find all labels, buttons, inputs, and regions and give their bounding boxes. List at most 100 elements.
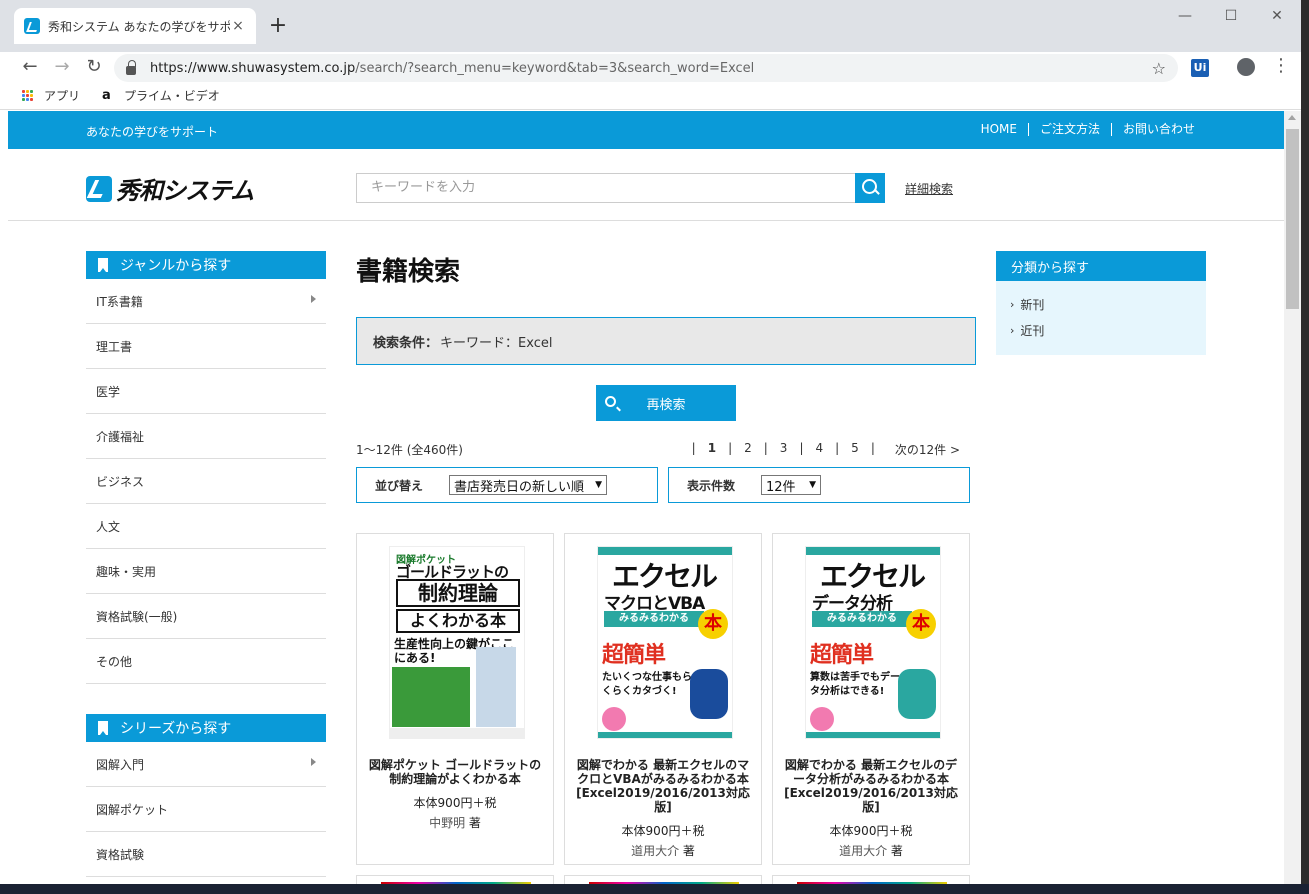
genre-item-hobby[interactable]: 趣味・実用 bbox=[86, 549, 326, 594]
tab-bar: 秀和システム あなたの学びをサポート × + — ☐ ✕ bbox=[0, 0, 1301, 52]
book-card[interactable] bbox=[356, 875, 554, 884]
genre-item-label: 資格試験(一般) bbox=[96, 609, 178, 624]
book-title[interactable]: 図解でわかる 最新エクセルのデータ分析がみるみるわかる本 [Excel2019/… bbox=[779, 758, 963, 814]
bookmark-prime-video[interactable]: a プライム・ビデオ bbox=[102, 87, 220, 104]
search-button[interactable] bbox=[855, 173, 885, 203]
genre-item-label: 医学 bbox=[96, 384, 121, 399]
category-item-label: 新刊 bbox=[1020, 297, 1045, 312]
cover-illustration bbox=[476, 647, 516, 727]
reload-icon[interactable]: ↻ bbox=[82, 55, 106, 79]
pager-page-3[interactable]: 3 bbox=[780, 441, 788, 458]
sort-select[interactable]: 書店発売日の新しい順 ▼ bbox=[449, 475, 608, 495]
genre-item-label: 介護福祉 bbox=[96, 429, 145, 444]
per-page-control: 表示件数 12件 ▼ bbox=[668, 467, 970, 503]
book-card[interactable]: エクセル データ分析 みるみるわかる 本 超簡単 算数は苦手でもデータ分析はでき… bbox=[772, 533, 970, 865]
amazon-icon: a bbox=[102, 88, 111, 103]
genre-list: IT系書籍 理工書 医学 介護福祉 ビジネス 人文 趣味・実用 資格試験(一般)… bbox=[86, 279, 326, 684]
back-arrow-icon[interactable]: ← bbox=[18, 55, 42, 79]
close-window-icon[interactable]: ✕ bbox=[1254, 4, 1300, 28]
book-title[interactable]: 図解ポケット ゴールドラットの制約理論がよくわかる本 bbox=[363, 758, 547, 786]
book-cover-image[interactable]: エクセル マクロとVBA みるみるわかる 本 超簡単 たいくつな仕事もらくらくカ… bbox=[597, 546, 733, 739]
pagination: | 1 | 2 | 3 | 4 | 5 | 次の12件 > bbox=[680, 441, 960, 458]
genre-item-care[interactable]: 介護福祉 bbox=[86, 414, 326, 459]
address-bar[interactable]: https://www.shuwasystem.co.jp/search/?se… bbox=[114, 54, 1178, 82]
site-header: 秀和システム キーワードを入力 詳細検索 bbox=[8, 149, 1284, 221]
bookmarks-bar: アプリ a プライム・ビデオ bbox=[0, 82, 1301, 110]
order-method-link[interactable]: ご注文方法 bbox=[1027, 123, 1111, 136]
dropdown-arrow-icon: ▼ bbox=[595, 480, 603, 490]
genre-item-humanities[interactable]: 人文 bbox=[86, 504, 326, 549]
genre-item-label: 理工書 bbox=[96, 339, 133, 354]
browser-tab[interactable]: 秀和システム あなたの学びをサポート × bbox=[14, 8, 256, 44]
book-card[interactable] bbox=[772, 875, 970, 884]
category-item-new[interactable]: › 新刊 bbox=[1010, 291, 1206, 317]
scroll-up-arrow-icon[interactable] bbox=[1288, 115, 1296, 120]
advanced-search-link[interactable]: 詳細検索 bbox=[905, 180, 953, 197]
research-button[interactable]: 再検索 bbox=[596, 385, 736, 421]
genre-item-qualification[interactable]: 資格試験(一般) bbox=[86, 594, 326, 639]
book-card[interactable]: 図解ポケット ゴールドラットの 制約理論 よくわかる本 生産性向上の鍵がここにあ… bbox=[356, 533, 554, 865]
new-tab-button[interactable]: + bbox=[266, 13, 290, 38]
home-link[interactable]: HOME bbox=[970, 123, 1028, 136]
genre-heading: ジャンルから探す bbox=[86, 251, 326, 279]
cover-text: みるみるわかる bbox=[812, 611, 912, 627]
cover-text: たいくつな仕事もらくらくカタづく! bbox=[602, 672, 692, 697]
author-name: 道用大介 bbox=[839, 844, 888, 858]
right-sidebar: 分類から探す › 新刊 › 近刊 bbox=[996, 251, 1206, 355]
genre-item-it[interactable]: IT系書籍 bbox=[86, 279, 326, 324]
page-title: 書籍検索 bbox=[356, 257, 461, 287]
genre-item-label: その他 bbox=[96, 654, 133, 669]
browser-window: 秀和システム あなたの学びをサポート × + — ☐ ✕ ← → ↻ https… bbox=[0, 0, 1301, 884]
book-price: 本体900円＋税 bbox=[829, 824, 913, 838]
pager-page-2[interactable]: 2 bbox=[744, 441, 752, 458]
book-author: 道用大介 著 bbox=[773, 842, 969, 859]
bookmark-apps[interactable]: アプリ bbox=[22, 87, 80, 104]
research-button-label: 再検索 bbox=[646, 397, 686, 413]
bookmark-star-icon[interactable]: ☆ bbox=[1152, 59, 1166, 78]
category-heading: 分類から探す bbox=[996, 251, 1206, 281]
condition-label: 検索条件： bbox=[373, 335, 439, 351]
pager-page-5[interactable]: 5 bbox=[851, 441, 859, 458]
apps-grid-icon bbox=[22, 89, 34, 102]
genre-item-medical[interactable]: 医学 bbox=[86, 369, 326, 414]
forward-arrow-icon[interactable]: → bbox=[50, 55, 74, 79]
pager-page-4[interactable]: 4 bbox=[815, 441, 823, 458]
tab-close-icon[interactable]: × bbox=[230, 18, 246, 34]
page-scrollbar[interactable] bbox=[1284, 111, 1301, 884]
series-item-zukai-nyumon[interactable]: 図解入門 bbox=[86, 742, 326, 787]
keyword-search-input[interactable]: キーワードを入力 bbox=[356, 173, 856, 203]
cover-decoration bbox=[390, 728, 524, 738]
author-suffix: 著 bbox=[890, 844, 903, 858]
scrollbar-thumb[interactable] bbox=[1286, 129, 1299, 309]
profile-avatar-icon[interactable] bbox=[1237, 58, 1255, 76]
book-cover-image[interactable]: エクセル データ分析 みるみるわかる 本 超簡単 算数は苦手でもデータ分析はでき… bbox=[805, 546, 941, 739]
per-page-select[interactable]: 12件 ▼ bbox=[761, 475, 822, 495]
maximize-icon[interactable]: ☐ bbox=[1208, 4, 1254, 28]
book-title[interactable]: 図解でわかる 最新エクセルのマクロとVBAがみるみるわかる本 [Excel201… bbox=[571, 758, 755, 814]
genre-item-science[interactable]: 理工書 bbox=[86, 324, 326, 369]
genre-item-other[interactable]: その他 bbox=[86, 639, 326, 684]
category-item-upcoming[interactable]: › 近刊 bbox=[1010, 317, 1206, 343]
pager-next-link[interactable]: 次の12件 > bbox=[895, 441, 960, 458]
book-card[interactable]: エクセル マクロとVBA みるみるわかる 本 超簡単 たいくつな仕事もらくらくカ… bbox=[564, 533, 762, 865]
book-cover-image[interactable]: 図解ポケット ゴールドラットの 制約理論 よくわかる本 生産性向上の鍵がここにあ… bbox=[389, 546, 525, 739]
cover-decoration bbox=[806, 547, 940, 555]
chevron-right-icon: › bbox=[1010, 297, 1015, 311]
sort-select-value: 書店発売日の新しい順 bbox=[454, 479, 585, 495]
contact-link[interactable]: お問い合わせ bbox=[1110, 123, 1206, 136]
author-name: 中野明 bbox=[429, 816, 466, 830]
bookmark-icon bbox=[98, 721, 108, 735]
site-logo[interactable]: 秀和システム bbox=[86, 171, 254, 206]
url-host: https://www.shuwasystem.co.jp bbox=[150, 60, 356, 76]
series-item-shikaku[interactable]: 資格試験 bbox=[86, 832, 326, 877]
cover-decoration bbox=[392, 667, 470, 727]
cover-text: 算数は苦手でもデータ分析はできる! bbox=[810, 672, 900, 697]
series-item-zukai-pocket[interactable]: 図解ポケット bbox=[86, 787, 326, 832]
cover-text: 制約理論 bbox=[396, 579, 520, 607]
bookmark-label: プライム・ビデオ bbox=[124, 89, 220, 103]
book-card[interactable] bbox=[564, 875, 762, 884]
minimize-icon[interactable]: — bbox=[1162, 4, 1208, 28]
extension-ui-icon[interactable]: Ui bbox=[1191, 59, 1209, 77]
browser-menu-icon[interactable]: ⋮ bbox=[1272, 55, 1290, 76]
genre-item-business[interactable]: ビジネス bbox=[86, 459, 326, 504]
